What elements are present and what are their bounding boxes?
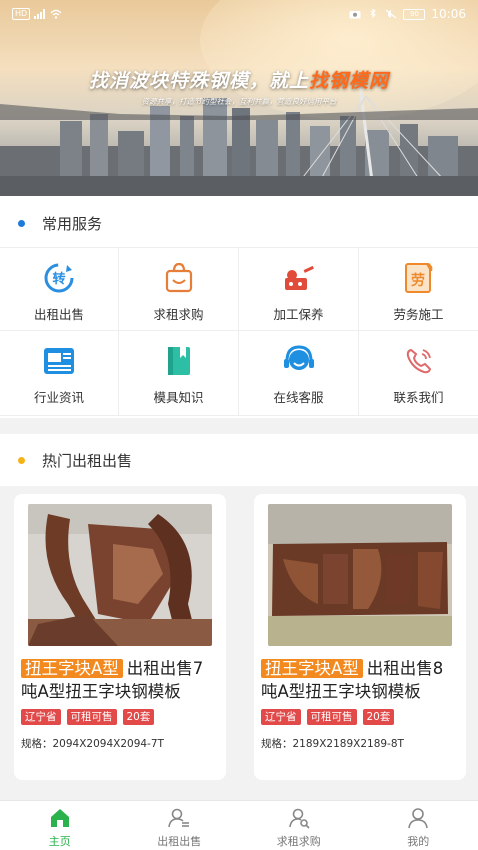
banner-headline-highlight: 找钢模网 bbox=[309, 70, 390, 92]
service-label: 模具知识 bbox=[153, 390, 204, 405]
hot-listings-section: 热门出租出售 扭王字块A型 出租出售7吨A型扭王字块钢模板 辽宁省 可租可售 2… bbox=[0, 434, 478, 802]
services-title: 常用服务 bbox=[42, 214, 103, 233]
listing-photo bbox=[268, 504, 452, 646]
service-label: 出租出售 bbox=[33, 307, 84, 322]
user-search-icon bbox=[288, 808, 310, 829]
listing-title: 扭王字块A型 出租出售8吨A型扭王字块钢模板 bbox=[261, 659, 444, 701]
service-processing[interactable]: 加工保养 bbox=[239, 248, 359, 331]
tab-label: 出租出售 bbox=[157, 835, 202, 848]
tab-home[interactable]: 主页 bbox=[0, 801, 120, 850]
camera-icon bbox=[349, 11, 361, 19]
service-label: 求租求购 bbox=[153, 307, 204, 322]
listing-title: 扭王字块A型 出租出售7吨A型扭王字块钢模板 bbox=[21, 659, 204, 701]
listing-photo bbox=[28, 504, 212, 646]
headset-icon bbox=[282, 344, 316, 378]
hot-title: 热门出租出售 bbox=[42, 451, 133, 470]
tag-availability: 可租可售 bbox=[66, 709, 117, 725]
phone-icon bbox=[402, 344, 436, 378]
bluetooth-icon bbox=[371, 9, 377, 19]
svg-text:转: 转 bbox=[52, 271, 65, 287]
newspaper-icon bbox=[42, 344, 76, 378]
signal-icon bbox=[34, 9, 46, 19]
banner-subline: 资源共享，打造节约型社会，互利共赢，营造良好信用平台 bbox=[141, 97, 337, 106]
user-icon bbox=[408, 808, 429, 829]
service-label: 劳务施工 bbox=[393, 307, 444, 322]
listing-spec: 规格：2094X2094X2094-7T bbox=[21, 738, 164, 750]
tab-label: 我的 bbox=[407, 835, 430, 848]
status-bar: HD 90 10:06 bbox=[0, 0, 478, 28]
book-icon bbox=[162, 344, 196, 378]
tag-quantity: 20套 bbox=[122, 709, 155, 725]
tag-province: 辽宁省 bbox=[21, 709, 61, 725]
battery-indicator: 90 bbox=[403, 8, 426, 20]
tag-province: 辽宁省 bbox=[261, 709, 301, 725]
service-label: 加工保养 bbox=[273, 307, 324, 322]
status-time: 10:06 bbox=[431, 7, 466, 21]
bottom-tab-bar: 主页 出租出售 求租求购 我的 bbox=[0, 800, 478, 850]
service-online-support[interactable]: 在线客服 bbox=[239, 331, 359, 416]
service-label: 在线客服 bbox=[273, 390, 324, 405]
user-list-icon bbox=[168, 808, 190, 828]
listing-card[interactable]: 扭王字块A型 出租出售8吨A型扭王字块钢模板 辽宁省 可租可售 20套 规格：21… bbox=[254, 494, 466, 780]
services-grid: 转 出租出售 求租求购 加工保养 劳 劳务施工 行业资讯 模具知识 在线客服 联… bbox=[0, 247, 478, 418]
blue-dot-icon bbox=[18, 219, 25, 227]
tab-mine[interactable]: 我的 bbox=[359, 801, 478, 850]
service-news[interactable]: 行业资讯 bbox=[0, 331, 119, 416]
svg-text:劳: 劳 bbox=[411, 272, 425, 289]
listing-spec: 规格：2189X2189X2189-8T bbox=[261, 738, 404, 750]
listing-card[interactable]: 扭王字块A型 出租出售7吨A型扭王字块钢模板 辽宁省 可租可售 20套 规格：20… bbox=[14, 494, 226, 780]
common-services-section: 常用服务 转 出租出售 求租求购 加工保养 劳 劳务施工 行业资讯 模具知识 在… bbox=[0, 196, 478, 418]
services-header: 常用服务 bbox=[0, 196, 478, 250]
tab-label: 主页 bbox=[48, 835, 71, 848]
service-label: 联系我们 bbox=[393, 390, 444, 405]
tab-rent-buy[interactable]: 求租求购 bbox=[239, 801, 359, 850]
listing-tags: 辽宁省 可租可售 20套 bbox=[21, 709, 219, 725]
home-icon bbox=[50, 809, 69, 827]
service-rent-sell[interactable]: 转 出租出售 bbox=[0, 248, 119, 331]
yellow-dot-icon bbox=[18, 456, 25, 464]
banner-headline: 找消波块特殊钢模，就上找钢模网 bbox=[88, 70, 390, 92]
listing-type-badge: 扭王字块A型 bbox=[261, 659, 363, 678]
machine-icon bbox=[282, 261, 316, 295]
tag-quantity: 20套 bbox=[362, 709, 395, 725]
tag-availability: 可租可售 bbox=[306, 709, 357, 725]
labor-icon: 劳 bbox=[402, 261, 436, 295]
mute-icon bbox=[386, 9, 397, 19]
listing-type-badge: 扭王字块A型 bbox=[21, 659, 123, 678]
service-knowledge[interactable]: 模具知识 bbox=[119, 331, 239, 416]
hot-header: 热门出租出售 bbox=[0, 434, 478, 486]
tab-label: 求租求购 bbox=[276, 835, 321, 848]
promo-banner[interactable]: 找消波块特殊钢模，就上找钢模网 资源共享，打造节约型社会，互利共赢，营造良好信用… bbox=[0, 0, 478, 196]
service-label: 行业资讯 bbox=[33, 390, 84, 405]
transfer-icon: 转 bbox=[42, 261, 76, 295]
listing-tags: 辽宁省 可租可售 20套 bbox=[261, 709, 459, 725]
hd-indicator: HD bbox=[12, 8, 31, 20]
wifi-icon bbox=[50, 9, 62, 19]
service-rent-buy[interactable]: 求租求购 bbox=[119, 248, 239, 331]
tab-rent-sell[interactable]: 出租出售 bbox=[120, 801, 240, 850]
service-contact-us[interactable]: 联系我们 bbox=[359, 331, 478, 416]
service-labor[interactable]: 劳 劳务施工 bbox=[359, 248, 478, 331]
shopping-bag-icon bbox=[162, 261, 196, 295]
